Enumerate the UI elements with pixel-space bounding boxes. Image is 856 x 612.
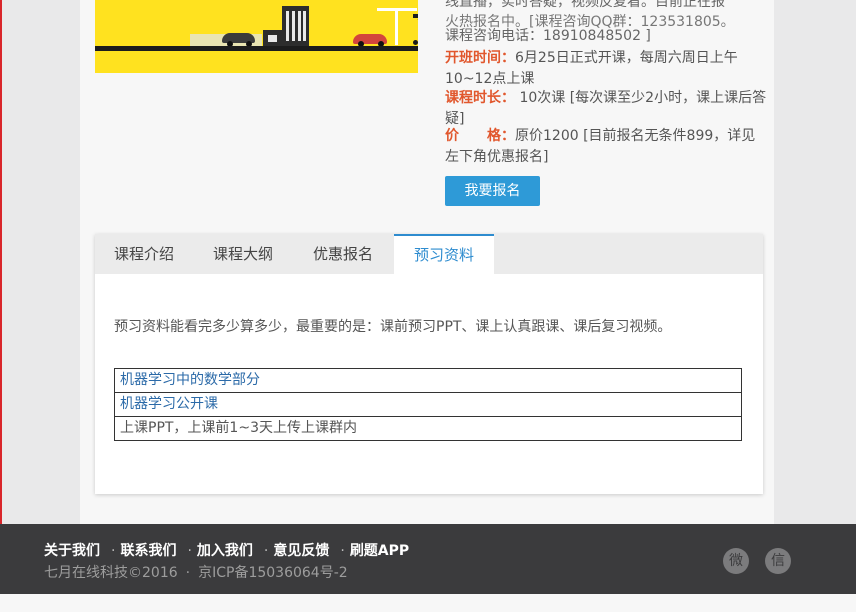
tab-course-outline[interactable]: 课程大纲 [193,234,293,274]
tab-discount-signup[interactable]: 优惠报名 [293,234,393,274]
duration-label: 课程时长： [445,90,515,106]
site-footer: 关于我们 · 联系我们 · 加入我们 · 意见反馈 · 刷题APP 七月在线科技©2016 · 京I… [0,524,856,594]
course-banner-image [95,0,418,73]
footer-links: 关于我们 · 联系我们 · 加入我们 · 意见反馈 · 刷题APP [44,540,415,560]
course-intro-line: 线直播，实时答疑，视频反复看。目前正在报 [445,0,725,10]
course-tabs: 课程介绍 课程大纲 优惠报名 预习资料 [95,234,763,274]
course-start-time: 开班时间：6月25日正式开课，每周六周日上午10~12点上课 [445,48,767,90]
tab-preview-materials[interactable]: 预习资料 [394,234,494,274]
footer-separator: · [185,565,191,581]
footer-link-join[interactable]: 加入我们 [197,543,253,559]
table-row: 机器学习中的数学部分 [114,368,742,393]
resource-math-link[interactable]: 机器学习中的数学部分 [114,368,742,393]
resource-open-course-link[interactable]: 机器学习公开课 [114,392,742,417]
table-row: 机器学习公开课 [114,392,742,417]
weibo-icon[interactable]: 微 [723,548,749,574]
page-left-border [0,0,2,612]
preview-resource-table: 机器学习中的数学部分 机器学习公开课 上课PPT，上课前1~3天上传上课群内 [114,368,742,441]
footer-link-feedback[interactable]: 意见反馈 [273,543,329,559]
enroll-button[interactable]: 我要报名 [445,176,540,206]
banner-road [95,46,418,51]
banner-building-small [263,30,282,46]
footer-separator: · [187,543,192,559]
footer-link-contact[interactable]: 联系我们 [120,543,176,559]
footer-link-about[interactable]: 关于我们 [44,543,100,559]
footer-link-app[interactable]: 刷题APP [350,543,409,559]
table-row: 上课PPT，上课前1~3天上传上课群内 [114,416,742,441]
price-label: 价 格： [445,128,515,144]
page-bottom-strip [0,594,856,612]
course-phone-line: 课程咨询电话：18910848502 ] [445,28,651,44]
resource-ppt-note: 上课PPT，上课前1~3天上传上课群内 [114,416,742,441]
banner-building-tall [282,6,309,46]
footer-copyright: 七月在线科技©2016 · 京ICP备15036064号-2 [44,562,348,582]
footer-separator: · [111,543,116,559]
course-duration: 课程时长： 10次课 [每次课至少2小时，课上课后答疑] [445,88,767,130]
footer-separator: · [340,543,345,559]
course-detail-panel: 课程介绍 课程大纲 优惠报名 预习资料 预习资料能看完多少算多少，最重要的是：课… [95,234,763,494]
preview-description: 预习资料能看完多少算多少，最重要的是：课前预习PPT、课上认真跟课、课后复习视频… [114,319,672,335]
start-time-label: 开班时间： [445,50,515,66]
tab-course-intro[interactable]: 课程介绍 [95,234,193,274]
banner-chair [413,14,418,18]
footer-separator: · [263,543,269,559]
wechat-icon[interactable]: 信 [765,548,791,574]
icp-number: 京ICP备15036064号-2 [198,565,348,581]
course-price: 价 格：原价1200 [目前报名无条件899，详见左下角优惠报名] [445,126,767,168]
copyright-text: 七月在线科技©2016 [44,565,178,581]
